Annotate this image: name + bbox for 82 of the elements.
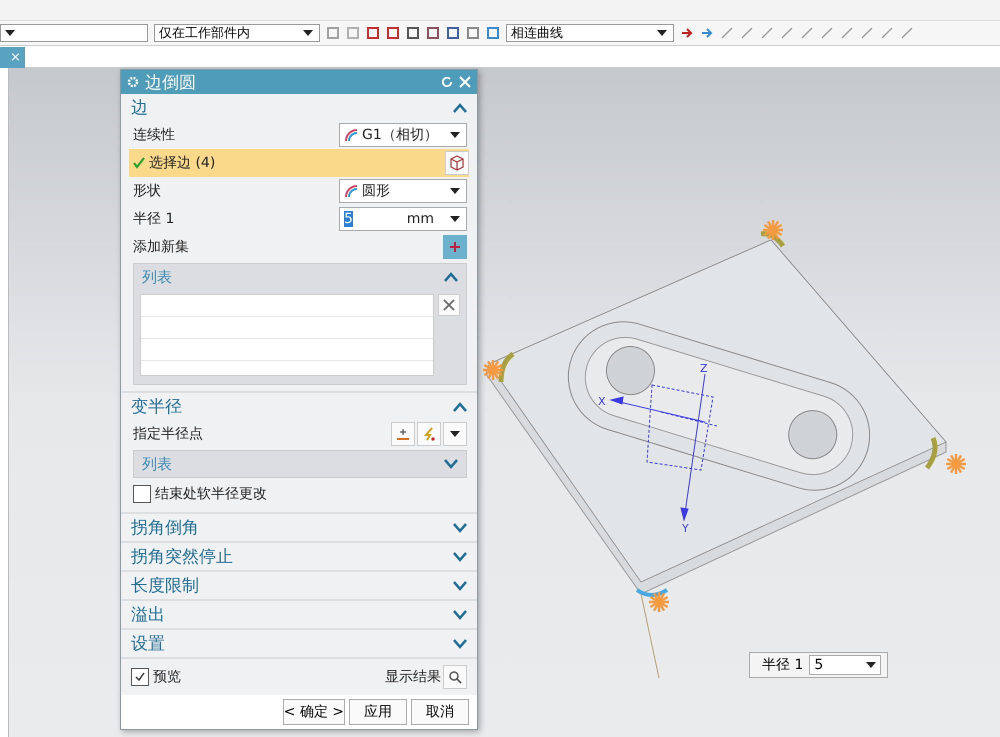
dropdown-caret-icon	[657, 30, 667, 36]
expand-chevron-icon[interactable]	[453, 580, 467, 590]
dropdown-caret-icon	[866, 662, 876, 668]
expand-chevron-icon[interactable]	[453, 610, 467, 620]
dialog-button[interactable]: < 确定 >	[282, 699, 345, 725]
dropdown-caret-icon	[450, 431, 460, 437]
checkbox[interactable]	[133, 485, 151, 503]
settings-icon[interactable]	[127, 76, 139, 88]
dialog-button[interactable]: 取消	[411, 699, 469, 725]
selection-label: 选择边 (4)	[149, 154, 216, 172]
toolbar-tool-icon[interactable]	[486, 26, 500, 40]
section-header[interactable]: 拐角突然停止	[121, 543, 477, 570]
dropdown-caret-icon	[450, 132, 460, 138]
scope-dropdown[interactable]: 仅在工作部件内	[154, 24, 320, 42]
filter-dropdown[interactable]	[0, 24, 148, 42]
section-header[interactable]: 设置	[121, 630, 477, 657]
option-dropdown[interactable]: 圆形	[339, 179, 467, 203]
curve-tool-icon[interactable]	[760, 26, 774, 40]
field-label: 半径 1	[762, 656, 804, 674]
collapse-chevron-icon[interactable]	[444, 272, 458, 282]
select-edge-row[interactable]: 选择边 (4)	[129, 149, 469, 177]
field-label: 添加新集	[133, 238, 189, 256]
shape-option-icon	[344, 128, 358, 142]
curve-tool-icon[interactable]	[900, 26, 914, 40]
axis-label: X	[598, 395, 606, 408]
search-icon[interactable]	[443, 665, 467, 689]
curve-tool-icon[interactable]	[740, 26, 754, 40]
section-header[interactable]: 变半径	[121, 393, 477, 420]
curve-tool-icon[interactable]	[860, 26, 874, 40]
collapse-chevron-icon[interactable]	[453, 402, 467, 412]
dropdown-caret-icon	[303, 30, 313, 36]
curve-rule-dropdown[interactable]: 相连曲线	[506, 24, 674, 42]
section-header[interactable]: 溢出	[121, 601, 477, 628]
dialog-title: 边倒圆	[145, 72, 196, 94]
dropdown-caret-icon	[450, 188, 460, 194]
radius-input[interactable]: 5 mm	[339, 207, 467, 231]
field-label: 指定半径点	[133, 425, 203, 443]
dropdown-caret-icon	[5, 30, 15, 36]
toolbar-tool-icon[interactable]	[446, 26, 460, 40]
checkbox-label: 结束处软半径更改	[155, 485, 267, 503]
show-result-label: 显示结果	[385, 668, 441, 686]
add-set-icon[interactable]	[443, 235, 467, 259]
collapse-chevron-icon[interactable]	[453, 102, 467, 112]
remove-icon[interactable]	[438, 294, 460, 316]
section-header[interactable]: 拐角倒角	[121, 514, 477, 541]
radius-value-field[interactable]: 5	[809, 655, 882, 675]
option-dropdown[interactable]: G1（相切）	[339, 123, 467, 147]
curve-tool-icon[interactable]	[840, 26, 854, 40]
cube-icon[interactable]	[445, 151, 469, 175]
curve-tool-icon[interactable]	[780, 26, 794, 40]
checkbox[interactable]	[131, 668, 149, 686]
curve-tool-icon[interactable]	[800, 26, 814, 40]
toolbar-tool-icon[interactable]	[426, 26, 440, 40]
expand-chevron-icon[interactable]	[444, 459, 458, 469]
dropdown-caret-button[interactable]	[443, 422, 467, 446]
toolbar-tool-icon[interactable]	[466, 26, 480, 40]
dialog-button[interactable]: 应用	[349, 699, 407, 725]
reset-icon[interactable]	[441, 76, 453, 88]
toolbar-tool-icon[interactable]	[680, 26, 694, 40]
check-mark-icon	[134, 671, 146, 683]
toolbar-tool-icon[interactable]	[366, 26, 380, 40]
point-dialog-icon[interactable]	[391, 422, 415, 446]
section-header[interactable]: 边	[121, 94, 477, 121]
expand-chevron-icon[interactable]	[453, 522, 467, 532]
close-icon[interactable]	[459, 76, 471, 88]
curve-tool-icon[interactable]	[820, 26, 834, 40]
toolbar-tool-icon[interactable]	[700, 26, 714, 40]
curve-tool-icon[interactable]	[720, 26, 734, 40]
expand-chevron-icon[interactable]	[453, 638, 467, 648]
field-label: 连续性	[133, 126, 175, 144]
field-label: 半径 1	[133, 210, 174, 228]
expand-chevron-icon[interactable]	[453, 552, 467, 562]
toolbar-tool-icon[interactable]	[386, 26, 400, 40]
curve-tool-icon[interactable]	[880, 26, 894, 40]
toolbar-tool-icon[interactable]	[406, 26, 420, 40]
dropdown-caret-icon	[450, 216, 460, 222]
shape-option-icon	[344, 184, 358, 198]
axis-label: Z	[700, 362, 708, 375]
axis-label: Y	[682, 522, 689, 535]
checkbox-label: 预览	[153, 668, 181, 686]
field-label: 形状	[133, 182, 161, 200]
section-header[interactable]: 长度限制	[121, 572, 477, 599]
